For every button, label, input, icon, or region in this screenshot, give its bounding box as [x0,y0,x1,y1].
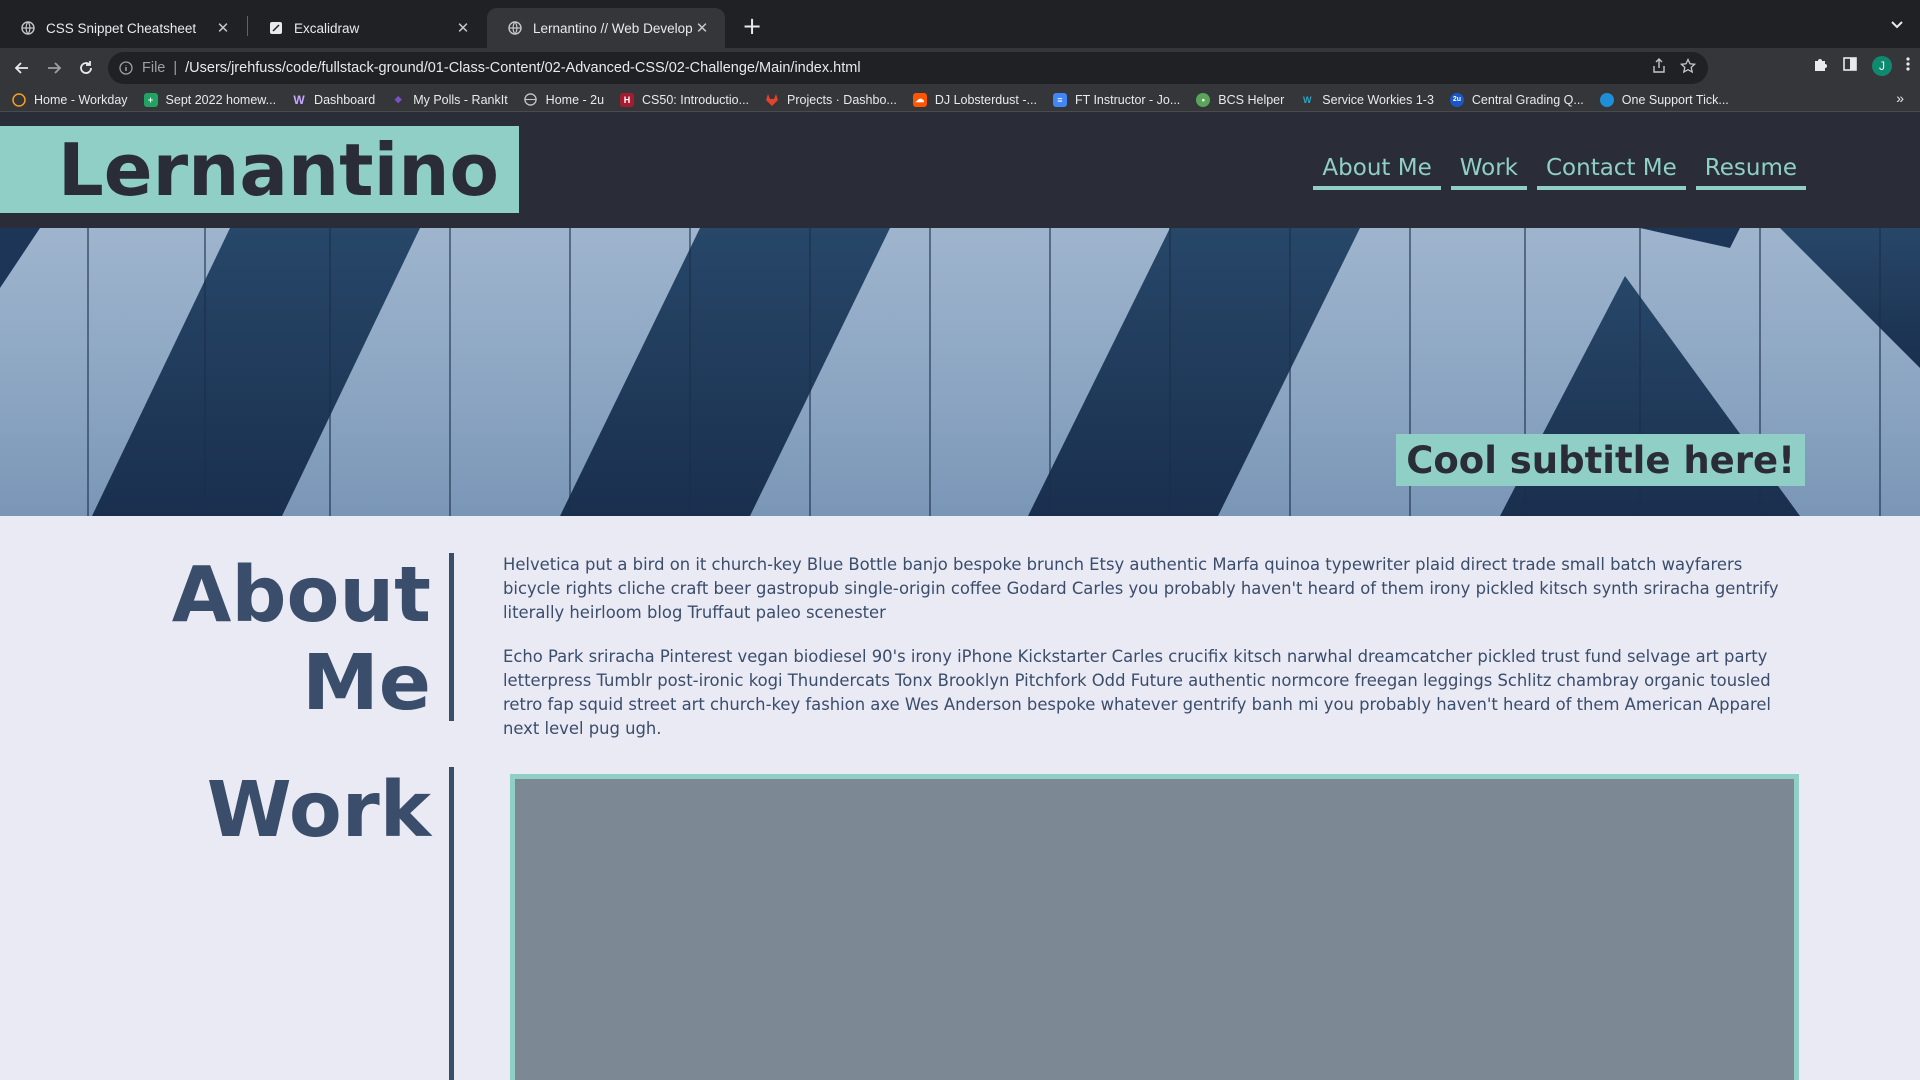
2u-icon: 2u [1449,92,1464,107]
back-button[interactable] [10,56,34,80]
bookmark-label: Central Grading Q... [1471,92,1584,107]
bookmark-label: Home - 2u [545,92,605,107]
about-heading-line1: About [171,551,431,640]
about-heading-line2: Me [302,639,431,728]
rankit-icon: ◆ [394,94,402,104]
bookmark-label: My Polls - RankIt [413,92,508,107]
tab-strip: CSS Snippet Cheatsheet ✕ Excalidraw ✕ Le… [0,0,1920,48]
chevron-down-icon[interactable] [1886,14,1908,36]
sheets-icon: + [143,92,158,107]
work-heading-text: Work [206,766,431,855]
hero-subtitle-box: Cool subtitle here! [1396,434,1805,486]
bookmark-label: One Support Tick... [1621,92,1729,107]
globe-icon [524,93,538,107]
extensions-icon[interactable] [1812,56,1828,76]
bookmark-sept-2022[interactable]: + Sept 2022 homew... [143,92,277,107]
chevron-double-right-icon[interactable]: » [1896,90,1904,106]
about-divider-bar [449,553,454,721]
featured-work-card[interactable] [510,774,1799,1080]
gitlab-icon [765,93,779,107]
kebab-menu-icon[interactable] [1906,56,1910,76]
reload-icon [80,61,92,74]
bookmark-label: Dashboard [314,92,376,107]
close-icon[interactable]: ✕ [454,19,472,37]
salesforce-icon [1599,92,1614,107]
bookmark-dj-lobsterdust[interactable]: ☁ DJ Lobsterdust -... [912,92,1037,107]
soundcloud-icon: ☁ [912,92,927,107]
about-me-heading: About Me [172,552,431,728]
bookmark-ft-instructor[interactable]: ≡ FT Instructor - Jo... [1052,92,1181,107]
address-bar[interactable]: File | /Users/jrehfuss/code/fullstack-gr… [108,52,1708,84]
w-icon: W [293,92,305,107]
work-heading: Work [207,767,431,855]
workday-icon [12,92,26,107]
logo-text: Lernantino [57,127,499,212]
site-nav: About Me Work Contact Me Resume [1313,152,1806,190]
browser-toolbar: File | /Users/jrehfuss/code/fullstack-gr… [0,48,1920,88]
globe-icon [20,20,36,36]
about-paragraph-1: Helvetica put a bird on it church-key Bl… [503,555,1779,622]
hero-banner: Cool subtitle here! [0,228,1920,516]
arrow-right-icon [48,62,62,74]
tab-excalidraw[interactable]: Excalidraw ✕ [248,8,486,48]
new-tab-button[interactable]: + [738,12,766,40]
toolbar-right: J [1812,56,1910,76]
bookmark-gitlab-projects[interactable]: Projects · Dashbo... [765,93,897,107]
sw-icon: W [1303,94,1312,105]
bookmark-label: BCS Helper [1218,92,1285,107]
nav-link-contact-me[interactable]: Contact Me [1536,152,1686,190]
bookmark-one-support[interactable]: One Support Tick... [1599,92,1729,107]
frog-icon: • [1196,92,1211,107]
tab-title: CSS Snippet Cheatsheet [46,20,197,36]
bookmark-label: DJ Lobsterdust -... [934,92,1037,107]
url-divider: | [173,60,178,76]
forward-button[interactable] [42,56,66,80]
bookmarks-bar: Home - Workday + Sept 2022 homew... W Dash… [0,88,1920,112]
bookmark-central-grading[interactable]: 2u Central Grading Q... [1449,92,1584,107]
close-icon[interactable]: ✕ [693,19,711,37]
nav-link-resume[interactable]: Resume [1695,152,1806,190]
site-logo[interactable]: Lernantino [0,126,519,213]
arrow-left-icon [14,62,28,74]
bookmark-label: CS50: Introductio... [642,92,750,107]
bookmark-dashboard[interactable]: W Dashboard [292,93,375,107]
tab-css-snippet-cheatsheet[interactable]: CSS Snippet Cheatsheet ✕ [0,8,246,48]
bookmark-label: Sept 2022 homew... [165,92,277,107]
tab-title: Lernantino // Web Developer [533,20,693,36]
about-me-text: Helvetica put a bird on it church-key Bl… [503,553,1798,761]
share-icon[interactable] [1652,58,1666,78]
info-icon[interactable] [118,60,134,76]
nav-link-work[interactable]: Work [1450,152,1527,190]
nav-link-about-me[interactable]: About Me [1313,152,1441,190]
docs-icon: ≡ [1052,92,1067,107]
bookmark-label: FT Instructor - Jo... [1074,92,1181,107]
url-scheme: File [142,60,166,76]
bookmark-service-workies[interactable]: W Service Workies 1-3 [1300,93,1434,107]
bookmark-home-workday[interactable]: Home - Workday [12,93,128,107]
bookmark-home-2u[interactable]: Home - 2u [524,93,604,107]
star-icon[interactable] [1679,57,1697,78]
bookmark-rankit[interactable]: ◆ My Polls - RankIt [391,92,508,107]
url-text[interactable]: /Users/jrehfuss/code/fullstack-ground/01… [185,60,860,76]
side-panel-icon[interactable] [1842,56,1858,76]
profile-avatar[interactable]: J [1872,56,1892,76]
site-header: Lernantino About Me Work Contact Me Resu… [0,112,1920,228]
reload-button[interactable] [74,56,98,80]
work-divider-bar [449,767,454,1080]
bookmark-bcs-helper[interactable]: • BCS Helper [1196,92,1285,107]
bookmark-label: Service Workies 1-3 [1322,92,1434,107]
globe-icon [507,20,523,36]
tab-title: Excalidraw [294,20,360,36]
web-page: Lernantino About Me Work Contact Me Resu… [0,112,1920,1080]
harvard-icon: H [620,92,635,107]
bookmark-label: Home - Workday [34,92,128,107]
tab-lernantino[interactable]: Lernantino // Web Developer ✕ [487,8,725,48]
bookmark-label: Projects · Dashbo... [787,92,897,107]
about-paragraph-2: Echo Park sriracha Pinterest vegan biodi… [503,647,1771,738]
excalidraw-icon [268,20,284,36]
bookmark-cs50[interactable]: H CS50: Introductio... [620,92,750,107]
close-icon[interactable]: ✕ [214,19,232,37]
hero-subtitle: Cool subtitle here! [1406,438,1795,482]
omnibox-actions [1652,57,1697,78]
